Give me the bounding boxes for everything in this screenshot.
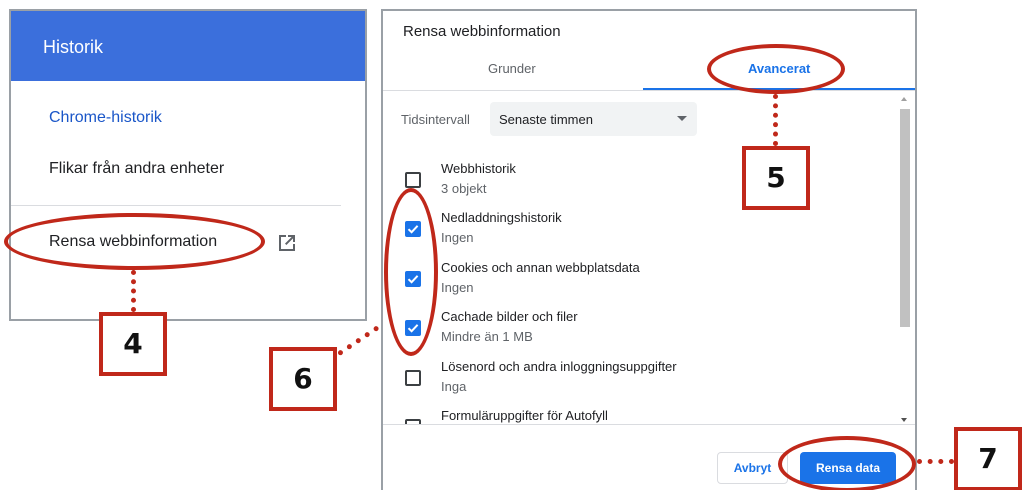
clear-browsing-data-dialog: Rensa webbinformation Grunder Avancerat … [381, 9, 917, 490]
scrollbar[interactable] [898, 95, 912, 424]
step-5-badge: 5 [742, 146, 810, 210]
scrollbar-thumb[interactable] [900, 109, 910, 327]
time-range-value: Senaste timmen [499, 112, 593, 127]
option-subtitle: Mindre än 1 MB [441, 329, 533, 344]
option-subtitle: Inga [441, 379, 467, 394]
annotation-connector-5 [773, 94, 779, 146]
annotation-ellipse-7 [778, 436, 916, 490]
tabs-from-other-devices-link[interactable]: Flikar från andra enheter [49, 160, 224, 178]
open-in-new-icon[interactable] [276, 232, 298, 254]
option-passwords[interactable]: Lösenord och andra inloggningsuppgifter … [401, 359, 901, 407]
footer-divider [383, 424, 915, 425]
annotation-ellipse-6 [384, 188, 438, 356]
option-title: Formuläruppgifter för Autofyll [441, 408, 608, 423]
option-title: Webbhistorik [441, 161, 516, 176]
tab-divider [383, 90, 915, 91]
annotation-ellipse-4 [4, 213, 265, 270]
history-header: Historik [11, 11, 365, 81]
tab-basic[interactable]: Grunder [488, 61, 536, 76]
step-7-badge: 7 [954, 427, 1022, 490]
step-6-badge: 6 [269, 347, 337, 411]
annotation-connector-6 [337, 325, 380, 357]
scroll-up-arrow-icon[interactable] [901, 97, 907, 101]
option-cached-images[interactable]: Cachade bilder och filer Mindre än 1 MB [401, 309, 901, 357]
annotation-connector-4 [131, 270, 137, 312]
annotation-connector-7 [917, 459, 954, 465]
option-title: Lösenord och andra inloggningsuppgifter [441, 359, 677, 374]
option-subtitle: 3 objekt [441, 181, 487, 196]
option-download-history[interactable]: Nedladdningshistorik Ingen [401, 210, 901, 258]
option-autofill[interactable]: Formuläruppgifter för Autofyll [401, 408, 901, 424]
history-panel: Historik Chrome-historik Flikar från and… [9, 9, 367, 321]
checkbox[interactable] [405, 370, 421, 386]
divider [11, 205, 341, 206]
option-subtitle: Ingen [441, 280, 474, 295]
checkbox[interactable] [405, 172, 421, 188]
cancel-button[interactable]: Avbryt [717, 452, 788, 484]
chevron-down-icon [677, 116, 687, 121]
dialog-title: Rensa webbinformation [403, 23, 561, 40]
time-range-label: Tidsintervall [401, 112, 470, 127]
step-4-badge: 4 [99, 312, 167, 376]
option-subtitle: Ingen [441, 230, 474, 245]
scroll-down-arrow-icon[interactable] [901, 418, 907, 422]
option-browsing-history[interactable]: Webbhistorik 3 objekt [401, 161, 901, 209]
annotation-ellipse-5 [707, 44, 845, 94]
option-cookies[interactable]: Cookies och annan webbplatsdata Ingen [401, 260, 901, 308]
option-title: Cachade bilder och filer [441, 309, 578, 324]
option-title: Nedladdningshistorik [441, 210, 562, 225]
chrome-history-link[interactable]: Chrome-historik [49, 109, 162, 127]
time-range-select[interactable]: Senaste timmen [490, 102, 697, 136]
option-title: Cookies och annan webbplatsdata [441, 260, 640, 275]
